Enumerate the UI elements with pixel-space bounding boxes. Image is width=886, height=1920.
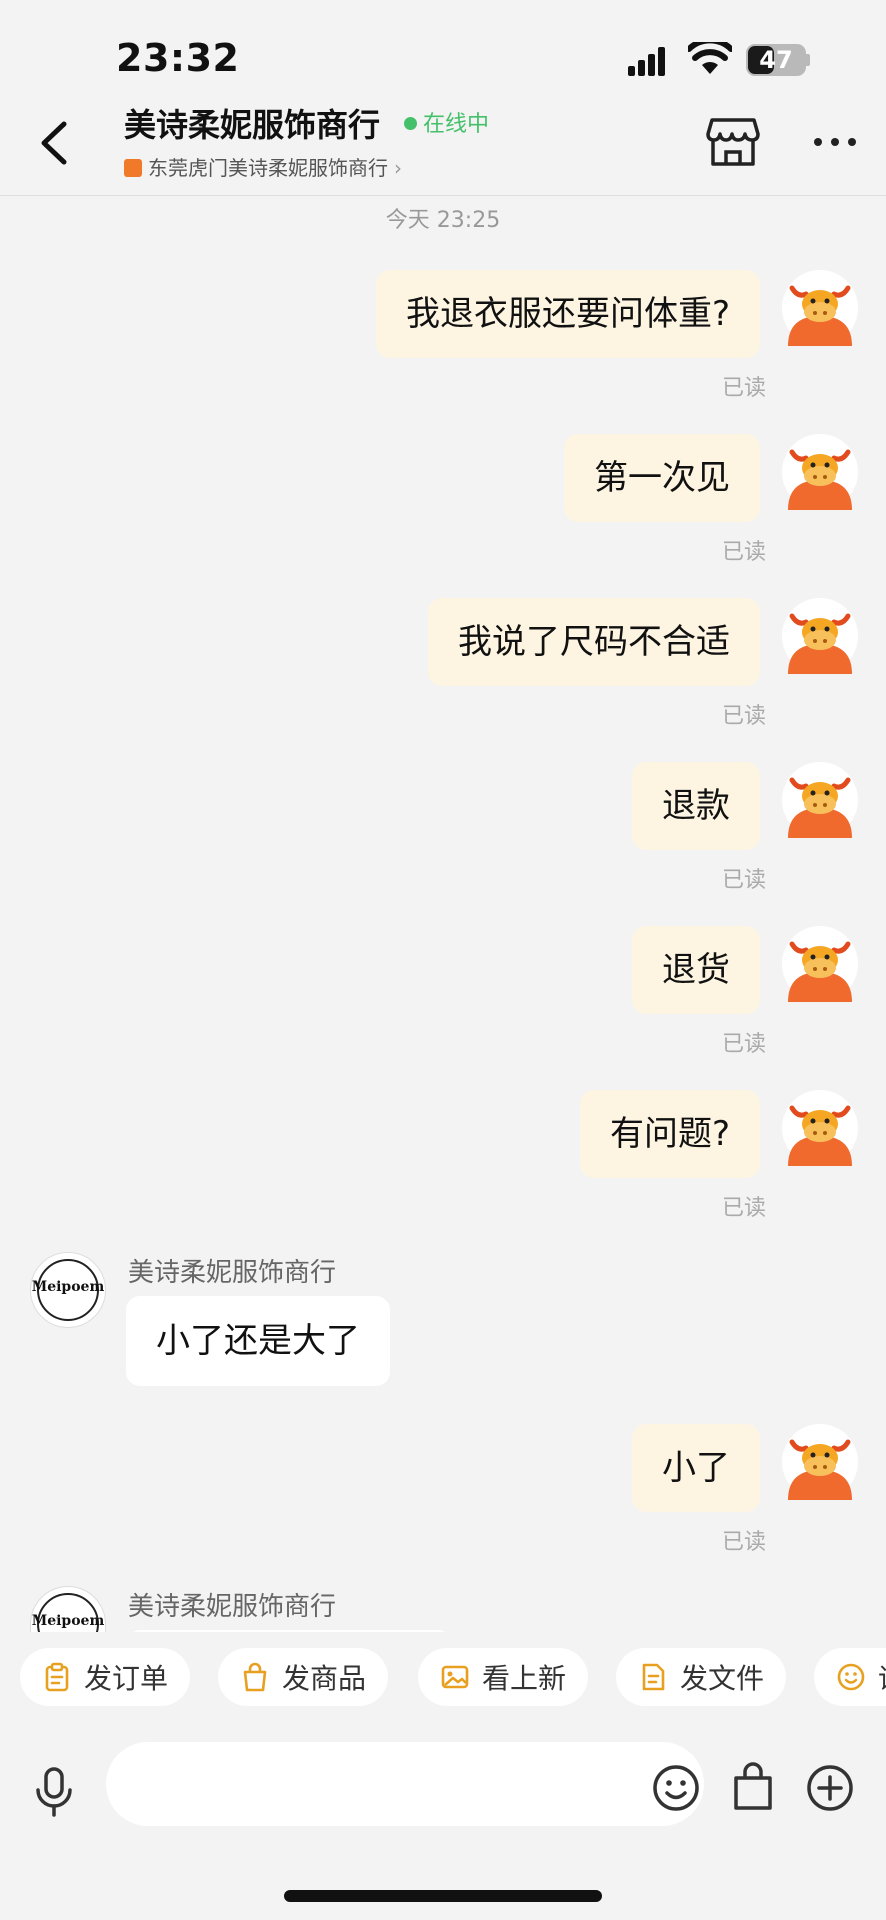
status-bar: 23:32 47 — [0, 0, 886, 100]
shop-name[interactable]: 美诗柔妮服饰商行 — [124, 100, 380, 146]
read-receipt: 已读 — [721, 704, 766, 729]
quick-action-send-product[interactable]: 发商品 — [218, 1648, 389, 1706]
shop-avatar[interactable]: Meipoem — [30, 1586, 106, 1636]
home-indicator[interactable] — [284, 1890, 602, 1902]
sender-name: 美诗柔妮服饰商行 — [128, 1258, 337, 1288]
sender-name: 美诗柔妮服饰商行 — [128, 1592, 337, 1622]
quick-action-send-order[interactable]: 发订单 — [20, 1648, 191, 1706]
shop-avatar[interactable]: Meipoem — [30, 1252, 106, 1328]
quick-action-review[interactable]: 评 — [814, 1648, 886, 1706]
message-bubble-out[interactable]: 退款 — [632, 762, 760, 850]
message-bubble-out[interactable]: 退货 — [632, 926, 760, 1014]
signal-icon — [628, 47, 665, 76]
user-avatar-bull-icon[interactable] — [782, 270, 858, 346]
battery-icon: 47 — [746, 44, 806, 76]
sub-shop-link[interactable]: 东莞虎门美诗柔妮服饰商行 › — [124, 152, 402, 181]
online-dot-icon — [404, 117, 417, 130]
shopping-bag-icon[interactable] — [732, 1762, 774, 1812]
shop-logo-text: Meipoem — [31, 1613, 105, 1629]
more-options-icon[interactable] — [812, 136, 858, 148]
clipboard-icon — [45, 1662, 69, 1692]
chat-header: 美诗柔妮服饰商行 在线中 东莞虎门美诗柔妮服饰商行 › — [0, 100, 886, 196]
quick-action-label: 评 — [878, 1657, 886, 1697]
quick-actions-bar: 发订单 发商品 看上新 发文件 — [0, 1632, 886, 1712]
file-icon — [642, 1663, 665, 1691]
quick-action-label: 发文件 — [680, 1662, 765, 1695]
user-avatar-bull-icon[interactable] — [782, 598, 858, 674]
message-bubble-out[interactable]: 小了 — [632, 1424, 760, 1512]
status-time: 23:32 — [116, 36, 240, 80]
chevron-right-icon: › — [394, 156, 402, 180]
read-receipt: 已读 — [721, 868, 766, 893]
chat-timestamp: 今天 23:25 — [385, 208, 501, 233]
read-receipt: 已读 — [721, 540, 766, 565]
read-receipt: 已读 — [721, 1530, 766, 1555]
sub-shop-label: 东莞虎门美诗柔妮服饰商行 — [148, 156, 388, 180]
battery-cap — [806, 54, 810, 66]
smile-icon — [837, 1663, 865, 1691]
emoji-icon[interactable] — [652, 1764, 700, 1812]
user-avatar-bull-icon[interactable] — [782, 926, 858, 1002]
store-badge-icon — [124, 159, 142, 177]
user-avatar-bull-icon[interactable] — [782, 1424, 858, 1500]
message-bubble-out[interactable]: 有问题? — [579, 1090, 760, 1178]
quick-action-new-arrivals[interactable]: 看上新 — [418, 1648, 589, 1706]
message-bubble-out[interactable]: 我说了尺码不合适 — [428, 598, 760, 686]
quick-action-label: 发订单 — [84, 1662, 169, 1695]
quick-action-send-file[interactable]: 发文件 — [616, 1648, 787, 1706]
back-arrow-icon[interactable] — [36, 120, 72, 166]
message-bubble-in[interactable]: 小了还是大了 — [126, 1296, 390, 1386]
battery-percent: 47 — [759, 46, 793, 74]
online-status-label: 在线中 — [423, 112, 490, 137]
image-icon — [441, 1665, 469, 1689]
shop-logo-text: Meipoem — [31, 1279, 105, 1295]
plus-circle-icon[interactable] — [806, 1764, 854, 1812]
input-bar — [0, 1712, 886, 1882]
user-avatar-bull-icon[interactable] — [782, 1090, 858, 1166]
shopping-bag-icon — [243, 1662, 267, 1692]
message-bubble-out[interactable]: 第一次见 — [564, 434, 760, 522]
quick-action-label: 发商品 — [282, 1662, 367, 1695]
message-bubble-out[interactable]: 我退衣服还要问体重? — [375, 270, 760, 358]
read-receipt: 已读 — [721, 376, 766, 401]
chat-screen: 23:32 47 美诗柔妮服饰商行 在线中 东莞虎门美诗柔妮服饰商行 › 今天 … — [0, 0, 886, 1920]
quick-action-label: 看上新 — [482, 1662, 567, 1695]
user-avatar-bull-icon[interactable] — [782, 762, 858, 838]
user-avatar-bull-icon[interactable] — [782, 434, 858, 510]
message-input[interactable] — [106, 1742, 704, 1826]
store-icon[interactable] — [706, 116, 760, 168]
read-receipt: 已读 — [721, 1032, 766, 1057]
online-status: 在线中 — [404, 106, 489, 138]
microphone-icon[interactable] — [34, 1766, 74, 1818]
read-receipt: 已读 — [721, 1196, 766, 1221]
wifi-icon — [688, 42, 732, 74]
